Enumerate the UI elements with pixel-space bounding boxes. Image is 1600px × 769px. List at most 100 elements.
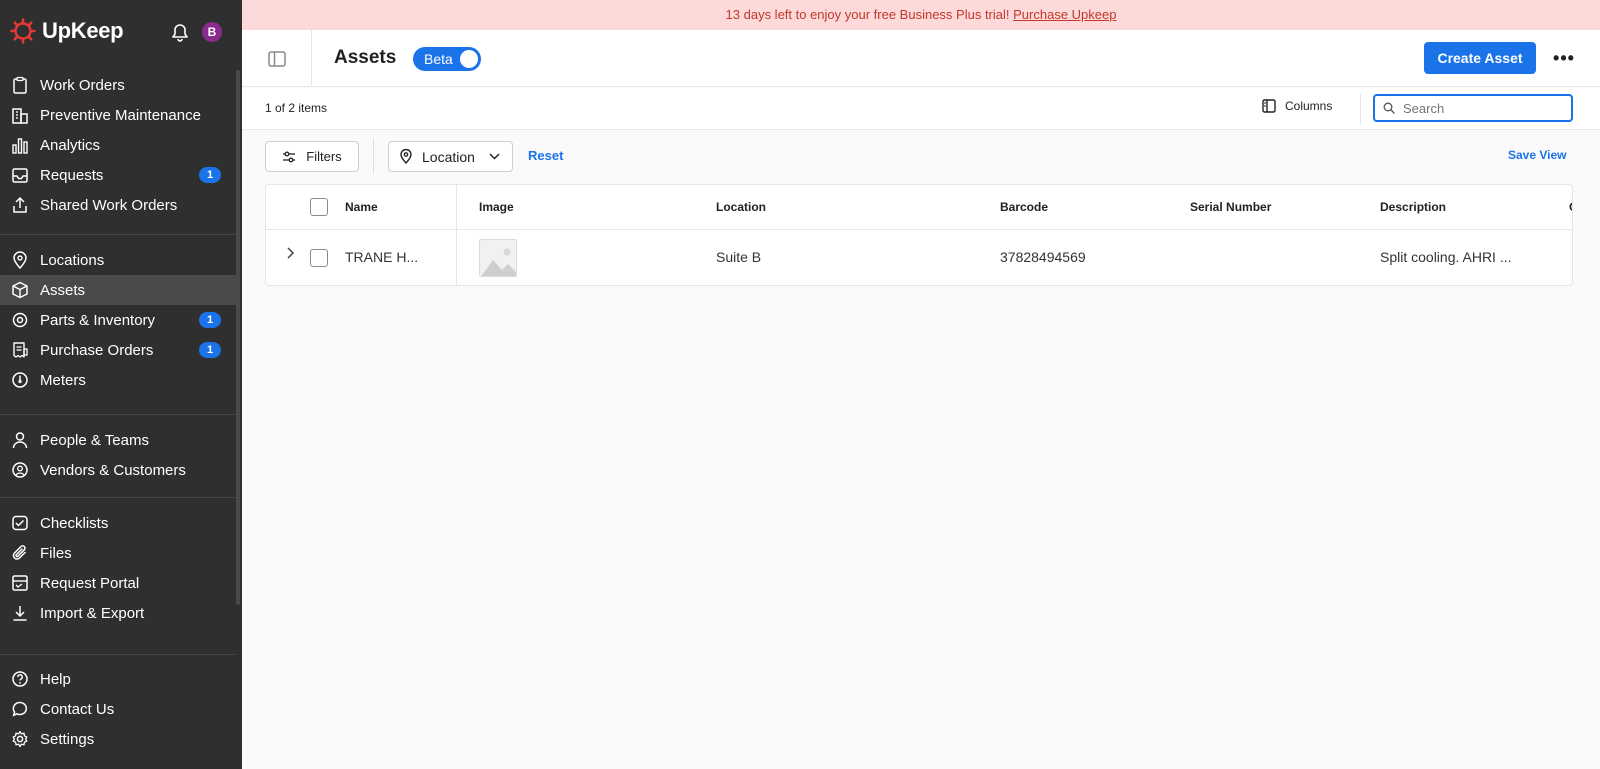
column-header-serial-number[interactable]: Serial Number (1190, 200, 1271, 214)
checklist-icon (11, 514, 29, 532)
page-header: Assets Beta Create Asset ••• (242, 30, 1600, 87)
sidebar-item-settings[interactable]: Settings (0, 724, 236, 754)
trial-banner: 13 days left to enjoy your free Business… (242, 0, 1600, 30)
sidebar-item-label: Checklists (40, 514, 109, 532)
filter-divider (373, 138, 374, 174)
sidebar-item-label: Files (40, 544, 72, 562)
column-header-truncated[interactable]: C (1569, 200, 1572, 214)
sidebar-scrollbar[interactable] (236, 70, 240, 605)
create-asset-button[interactable]: Create Asset (1424, 42, 1536, 74)
toggle-knob (460, 50, 478, 68)
sidebar-item-people-teams[interactable]: People & Teams (0, 425, 236, 455)
bell-icon[interactable] (171, 22, 189, 47)
avatar[interactable]: B (202, 22, 222, 42)
table-header: Name Image Location Barcode Serial Numbe… (266, 185, 1572, 230)
asset-description-cell: Split cooling. AHRI ... (1380, 249, 1512, 265)
gear-part-icon (11, 311, 29, 329)
map-pin-icon (11, 251, 29, 269)
sidebar-panel-icon (267, 50, 286, 67)
sidebar-item-label: Shared Work Orders (40, 196, 178, 214)
purchase-upkeep-link[interactable]: Purchase Upkeep (1013, 7, 1116, 22)
search-icon (1383, 102, 1395, 114)
assets-table: Name Image Location Barcode Serial Numbe… (265, 184, 1573, 286)
sidebar-item-label: Parts & Inventory (40, 311, 156, 329)
sidebar-item-label: Locations (40, 251, 105, 269)
upkeep-logo-icon (10, 18, 36, 44)
sidebar-item-label: Request Portal (40, 574, 140, 592)
reset-link[interactable]: Reset (528, 148, 563, 163)
search-input[interactable] (1403, 100, 1553, 116)
sidebar-divider (0, 234, 236, 235)
location-filter-dropdown[interactable]: Location (388, 141, 513, 172)
search-box[interactable] (1373, 94, 1573, 122)
sidebar-item-import-export[interactable]: Import & Export (0, 598, 236, 628)
column-header-location[interactable]: Location (716, 200, 766, 214)
sidebar-item-label: Vendors & Customers (40, 461, 186, 479)
sidebar-item-work-orders[interactable]: Work Orders (0, 70, 236, 100)
asset-name-cell[interactable]: TRANE H... (345, 249, 418, 265)
column-header-image[interactable]: Image (479, 200, 514, 214)
sidebar-item-preventive-maintenance[interactable]: Preventive Maintenance (0, 100, 236, 130)
sidebar-item-shared-work-orders[interactable]: Shared Work Orders (0, 190, 236, 220)
sidebar-divider (0, 497, 236, 498)
toolbar-divider (1360, 94, 1361, 124)
sidebar-item-parts-inventory[interactable]: Parts & Inventory 1 (0, 305, 236, 335)
building-icon (11, 106, 29, 124)
sidebar-item-assets[interactable]: Assets (0, 275, 236, 305)
page-title: Assets (334, 47, 397, 68)
brand[interactable]: UpKeep (10, 18, 124, 44)
portal-icon (11, 574, 29, 592)
paperclip-icon (11, 544, 29, 562)
sidebar-item-label: Import & Export (40, 604, 145, 622)
row-checkbox[interactable] (310, 249, 328, 267)
sidebar-item-label: Assets (40, 281, 86, 299)
settings-icon (11, 730, 29, 748)
sidebar-item-analytics[interactable]: Analytics (0, 130, 236, 160)
beta-toggle-label: Beta (424, 51, 453, 67)
sidebar-item-label: Settings (40, 730, 95, 748)
beta-toggle[interactable]: Beta (413, 47, 481, 71)
sidebar-item-files[interactable]: Files (0, 538, 236, 568)
count-badge: 1 (199, 312, 221, 328)
chevron-down-icon (489, 153, 500, 160)
help-icon (11, 670, 29, 688)
placeholder-image-icon (479, 239, 517, 277)
filters-button[interactable]: Filters (265, 141, 359, 172)
sidebar: UpKeep B Work Orders Preventive Maintenan… (0, 0, 242, 769)
sidebar-item-locations[interactable]: Locations (0, 245, 236, 275)
select-all-checkbox[interactable] (310, 198, 328, 216)
sidebar-item-request-portal[interactable]: Request Portal (0, 568, 236, 598)
person-icon (11, 431, 29, 449)
clipboard-icon (11, 76, 29, 94)
table-row[interactable]: TRANE H... Suite B 37828494569 Split coo… (266, 230, 1572, 285)
sidebar-item-label: People & Teams (40, 431, 149, 449)
save-view-link[interactable]: Save View (1508, 148, 1567, 162)
columns-button[interactable]: Columns (1262, 99, 1332, 113)
sidebar-item-vendors-customers[interactable]: Vendors & Customers (0, 455, 236, 485)
map-pin-icon (400, 149, 412, 164)
more-options-button[interactable]: ••• (1550, 42, 1578, 74)
sidebar-item-checklists[interactable]: Checklists (0, 508, 236, 538)
chevron-right-icon[interactable] (286, 246, 296, 265)
sidebar-item-requests[interactable]: Requests 1 (0, 160, 236, 190)
sidebar-item-label: Requests (40, 166, 104, 184)
items-toolbar: 1 of 2 items Columns (242, 88, 1600, 130)
column-header-name[interactable]: Name (345, 200, 378, 214)
panel-toggle-button[interactable] (242, 30, 312, 87)
sidebar-divider (0, 414, 236, 415)
column-header-description[interactable]: Description (1380, 200, 1446, 214)
sidebar-item-meters[interactable]: Meters (0, 365, 236, 395)
sidebar-item-contact-us[interactable]: Contact Us (0, 694, 236, 724)
receipt-icon (11, 341, 29, 359)
sidebar-item-label: Work Orders (40, 76, 125, 94)
sidebar-item-label: Help (40, 670, 71, 688)
location-filter-label: Location (422, 148, 475, 165)
trial-banner-text: 13 days left to enjoy your free Business… (725, 7, 1014, 22)
sidebar-item-help[interactable]: Help (0, 664, 236, 694)
columns-label: Columns (1285, 99, 1333, 113)
column-header-barcode[interactable]: Barcode (1000, 200, 1048, 214)
sidebar-item-label: Analytics (40, 136, 101, 154)
download-icon (11, 604, 29, 622)
sidebar-item-purchase-orders[interactable]: Purchase Orders 1 (0, 335, 236, 365)
cube-icon (11, 281, 29, 299)
